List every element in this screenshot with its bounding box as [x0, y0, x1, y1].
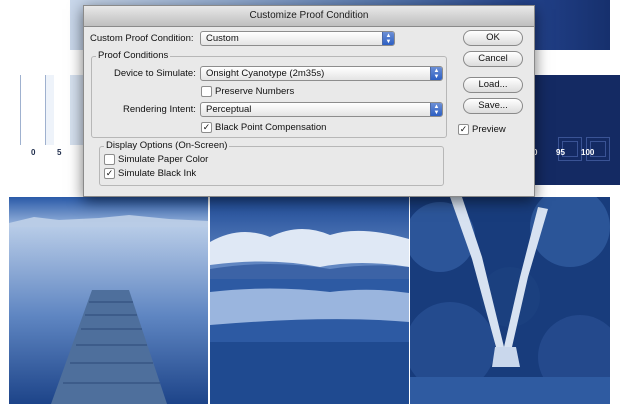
black-point-compensation-checkbox[interactable]: ✓ [201, 122, 212, 133]
custom-proof-condition-label: Custom Proof Condition: [90, 33, 194, 44]
display-options-group [99, 146, 444, 186]
custom-proof-condition-value: Custom [206, 33, 239, 44]
rendering-intent-value: Perceptual [206, 104, 252, 115]
ok-button[interactable]: OK [463, 30, 523, 46]
step-label-0: 0 [31, 148, 36, 157]
simulate-black-ink-checkbox[interactable]: ✓ [104, 168, 115, 179]
preview-label: Preview [472, 124, 506, 135]
cancel-button[interactable]: Cancel [463, 51, 523, 67]
simulate-paper-color-label: Simulate Paper Color [118, 154, 209, 165]
preserve-numbers-checkbox[interactable] [201, 86, 212, 97]
black-point-compensation-label: Black Point Compensation [215, 122, 327, 133]
custom-proof-condition-select[interactable]: Custom ▲ ▼ [200, 31, 395, 46]
dark-step-blocks [520, 75, 620, 185]
simulate-paper-color-checkbox[interactable] [104, 154, 115, 165]
proof-conditions-title: Proof Conditions [96, 50, 171, 61]
preserve-numbers-label: Preserve Numbers [215, 86, 295, 97]
updown-arrows-icon: ▲ ▼ [430, 103, 442, 116]
dialog-title: Customize Proof Condition [84, 6, 534, 27]
rendering-intent-label: Rendering Intent: [123, 104, 196, 115]
cyanotype-photo-lake-dock [9, 197, 208, 404]
preview-checkbox[interactable]: ✓ [458, 124, 469, 135]
rendering-intent-select[interactable]: Perceptual ▲ ▼ [200, 102, 443, 117]
save-button[interactable]: Save... [463, 98, 523, 114]
cyanotype-photo-birch-forest [410, 197, 610, 404]
step-label-95: 95 [556, 148, 565, 157]
display-options-title: Display Options (On-Screen) [104, 140, 230, 151]
load-button[interactable]: Load... [463, 77, 523, 93]
device-to-simulate-label: Device to Simulate: [114, 68, 196, 79]
step-label-5: 5 [57, 148, 62, 157]
updown-arrows-icon: ▲ ▼ [382, 32, 394, 45]
step-label-100: 100 [581, 148, 595, 157]
customize-proof-condition-dialog: Customize Proof Condition Custom Proof C… [83, 5, 535, 197]
cyanotype-photo-clouds-lake [210, 197, 409, 404]
device-to-simulate-select[interactable]: Onsight Cyanotype (2m35s) ▲ ▼ [200, 66, 443, 81]
simulate-black-ink-label: Simulate Black Ink [118, 168, 197, 179]
updown-arrows-icon: ▲ ▼ [430, 67, 442, 80]
checkmark-icon: ✓ [202, 122, 211, 132]
checkmark-icon: ✓ [459, 124, 468, 134]
checkmark-icon: ✓ [105, 168, 114, 178]
device-to-simulate-value: Onsight Cyanotype (2m35s) [206, 68, 325, 79]
